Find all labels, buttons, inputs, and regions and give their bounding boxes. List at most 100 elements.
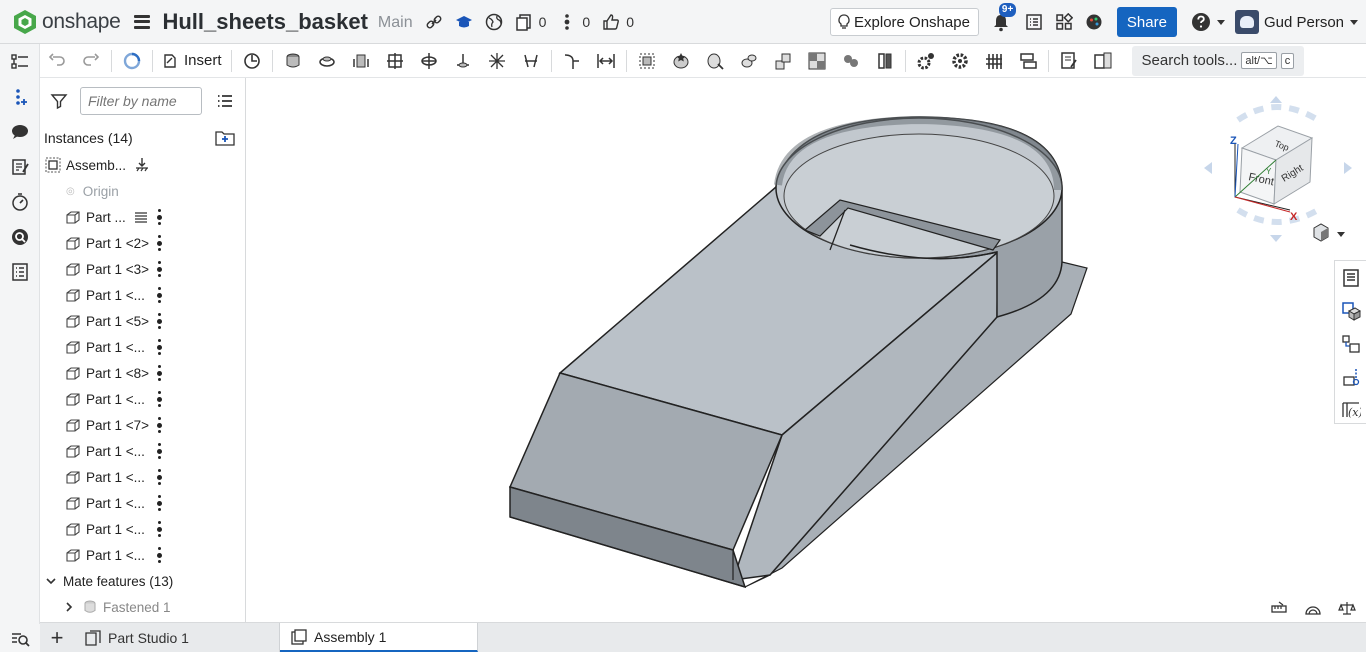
globe-icon[interactable]	[485, 13, 503, 31]
measure-scale-icon[interactable]	[1330, 598, 1364, 618]
instance-mates-icon[interactable]	[156, 313, 162, 329]
fixed-ground-icon[interactable]	[134, 157, 150, 173]
instance-mates-icon[interactable]	[156, 469, 162, 485]
filter-input[interactable]	[80, 87, 202, 115]
fastened-mate-tool[interactable]	[276, 46, 310, 76]
width-mate-tool[interactable]	[589, 46, 623, 76]
units-icon[interactable]	[1262, 598, 1296, 618]
instance-row[interactable]: Part ...	[40, 204, 245, 230]
instance-mates-icon[interactable]	[156, 287, 162, 303]
instance-row[interactable]: Part 1 <...	[40, 386, 245, 412]
relation-tool[interactable]	[698, 46, 732, 76]
app-store-icon[interactable]	[1055, 13, 1073, 31]
ball-mate-tool[interactable]	[480, 46, 514, 76]
properties-panel-icon[interactable]	[1335, 261, 1366, 294]
search-tools-button[interactable]: Search tools... alt/⌥ c	[1131, 45, 1305, 76]
mate-item[interactable]: Fastened 1	[40, 594, 245, 620]
view-options-icon[interactable]	[1313, 223, 1345, 242]
insert-instance-icon[interactable]	[0, 79, 40, 114]
parallel-mate-tool[interactable]	[514, 46, 548, 76]
instance-row[interactable]: Part 1 <...	[40, 464, 245, 490]
add-tab-button[interactable]: +	[40, 623, 74, 652]
instance-mates-icon[interactable]	[156, 391, 162, 407]
revolute-mate-tool[interactable]	[310, 46, 344, 76]
mate-connector-tool[interactable]	[664, 46, 698, 76]
tab-assembly-1[interactable]: Assembly 1	[280, 623, 478, 652]
instance-mates-icon[interactable]	[156, 261, 162, 277]
instance-mates-icon[interactable]	[156, 547, 162, 563]
insert-button[interactable]: Insert	[156, 46, 228, 76]
view-cube-arrow-left[interactable]	[1204, 162, 1212, 174]
help-menu[interactable]	[1191, 12, 1225, 32]
branch-name[interactable]: Main	[378, 14, 413, 32]
list-view-icon[interactable]	[216, 92, 234, 110]
animation-icon[interactable]	[0, 184, 40, 219]
comments-icon[interactable]	[0, 114, 40, 149]
document-title[interactable]: Hull_sheets_basket	[162, 9, 367, 35]
instance-row[interactable]: Part 1 <3>	[40, 256, 245, 282]
branches-icon[interactable]: 0	[558, 13, 590, 31]
versions-icon[interactable]: 0	[515, 13, 546, 31]
group-tool[interactable]	[630, 46, 664, 76]
share-button[interactable]: Share	[1116, 7, 1177, 37]
origin-row[interactable]: ◎ Origin	[40, 178, 245, 204]
instance-row[interactable]: Part 1 <...	[40, 542, 245, 568]
feature-list-icon[interactable]	[0, 44, 40, 79]
onshape-logo[interactable]: onshape	[12, 9, 121, 35]
notes-icon[interactable]	[0, 149, 40, 184]
tab-part-studio-1[interactable]: Part Studio 1	[74, 623, 280, 652]
instance-row[interactable]: Part 1 <...	[40, 438, 245, 464]
basket-model[interactable]	[246, 78, 1334, 622]
cylindrical-mate-tool[interactable]	[412, 46, 446, 76]
instance-mates-icon[interactable]	[156, 495, 162, 511]
instance-row[interactable]: Part 1 <8>	[40, 360, 245, 386]
redo-button[interactable]	[74, 46, 108, 76]
regenerate-button[interactable]	[115, 46, 149, 76]
render-studio-icon[interactable]	[1085, 13, 1103, 31]
instance-row[interactable]: Part 1 <...	[40, 490, 245, 516]
user-menu[interactable]: Gud Person	[1234, 10, 1358, 34]
planar-mate-tool[interactable]	[378, 46, 412, 76]
mass-properties-icon[interactable]	[1335, 327, 1366, 360]
notifications-button[interactable]: 9+	[991, 3, 1017, 32]
instance-mates-icon[interactable]	[156, 209, 162, 225]
explode-tool[interactable]	[868, 46, 902, 76]
main-menu-icon[interactable]	[134, 14, 151, 29]
instance-row[interactable]: Part 1 <7>	[40, 412, 245, 438]
mate-display-tool[interactable]	[1011, 46, 1045, 76]
filter-icon[interactable]	[50, 92, 68, 110]
section-view-tool[interactable]	[1086, 46, 1120, 76]
variables-tool[interactable]	[943, 46, 977, 76]
search-parts-icon[interactable]	[0, 219, 40, 254]
rack-tool[interactable]	[977, 46, 1011, 76]
bom-icon[interactable]	[0, 254, 40, 289]
rack-pinion-tool[interactable]	[766, 46, 800, 76]
instance-row[interactable]: Part 1 <...	[40, 334, 245, 360]
add-folder-icon[interactable]	[215, 130, 235, 146]
variable-table-icon[interactable]: (x)	[1335, 393, 1366, 426]
appearance-panel-icon[interactable]	[1335, 294, 1366, 327]
linear-relation-tool[interactable]	[834, 46, 868, 76]
learning-center-icon[interactable]	[455, 13, 473, 31]
instance-mates-icon[interactable]	[156, 521, 162, 537]
gear-relation-tool[interactable]	[732, 46, 766, 76]
explore-onshape-button[interactable]: Explore Onshape	[830, 8, 979, 36]
slider-mate-tool[interactable]	[344, 46, 378, 76]
screw-relation-tool[interactable]	[800, 46, 834, 76]
view-cube-arrow-right[interactable]	[1344, 162, 1352, 174]
instance-mates-icon[interactable]	[156, 443, 162, 459]
undo-button[interactable]	[40, 46, 74, 76]
instance-row[interactable]: Part 1 <2>	[40, 230, 245, 256]
like-icon[interactable]: 0	[602, 13, 634, 31]
assembly-root-row[interactable]: Assemb...	[40, 152, 245, 178]
replicate-tool[interactable]	[235, 46, 269, 76]
pin-slot-mate-tool[interactable]	[446, 46, 480, 76]
instance-row[interactable]: Part 1 <...	[40, 516, 245, 542]
tab-manager-button[interactable]	[0, 624, 40, 652]
instance-mates-icon[interactable]	[156, 417, 162, 433]
instance-row[interactable]: Part 1 <...	[40, 282, 245, 308]
graphics-viewport[interactable]	[246, 78, 1334, 622]
tangent-mate-tool[interactable]	[555, 46, 589, 76]
configuration-tool[interactable]	[909, 46, 943, 76]
link-icon[interactable]	[425, 13, 443, 31]
